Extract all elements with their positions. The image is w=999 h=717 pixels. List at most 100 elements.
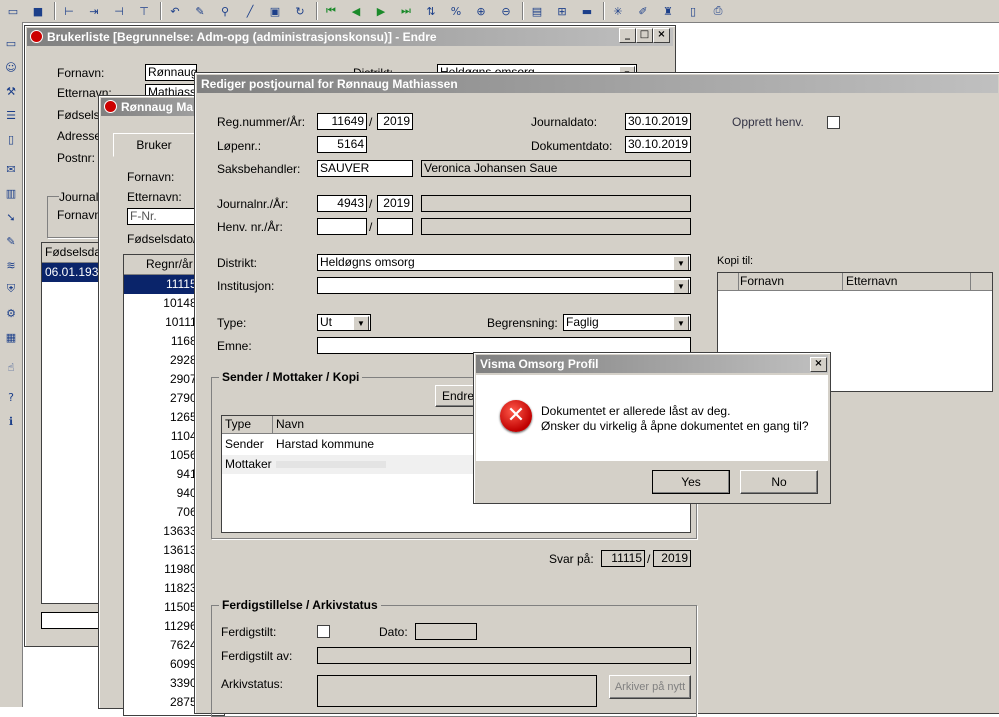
document-icon[interactable]: ▯ [684,2,702,20]
starburst-icon[interactable]: ✳ [609,2,627,20]
begrensning-label: Begrensning: [487,316,558,330]
rediger-title: Rediger postjournal for Rønnaug Mathiass… [197,75,998,93]
saksbehandler-kode-field[interactable]: SAUVER [317,160,413,177]
undo-icon[interactable]: ↶ [166,2,184,20]
reg-ar-field[interactable]: 2019 [377,113,413,130]
side-toolbar: ▭ ☺ ⚒ ☰ ▯ ✉ ▥ ➘ ✎ ≋ ⛨ ⚙ ▦ ☝? ℹ [0,22,23,707]
lopenr-field[interactable]: 5164 [317,136,367,153]
clipboard-icon[interactable]: ▯ [2,130,20,148]
layers-icon[interactable]: ≋ [2,256,20,274]
minimize-button[interactable]: _ [619,28,636,43]
hammer-icon[interactable]: ⚒ [2,82,20,100]
folder-icon[interactable]: ▭ [4,2,22,20]
henv-beskrivelse-field [421,218,691,235]
last-record-icon[interactable]: ⏭ [397,2,415,20]
svar-ar-field: 2019 [653,550,691,567]
yes-button[interactable]: Yes [652,470,730,494]
regnr-label: Reg.nummer/År: [217,115,306,129]
opprett-henv-checkbox[interactable] [827,116,840,129]
hand-icon[interactable]: ☝ [2,358,20,376]
tree-indent-icon[interactable]: ⇥ [85,2,103,20]
tree-expand-icon[interactable]: ⊢ [60,2,78,20]
saksbehandler-label: Saksbehandler: [217,162,301,176]
journaldato-field[interactable]: 30.10.2019 [625,113,691,130]
shield-icon[interactable]: ⛨ [2,280,20,298]
folder-open-icon[interactable]: ▭ [2,34,20,52]
close-button[interactable]: × [653,28,670,43]
info-book-icon[interactable]: ℹ [2,412,20,430]
ferdigstilt-av-field [317,647,691,664]
help-icon[interactable]: ? [2,388,20,406]
first-record-icon[interactable]: ⏮ [322,2,340,20]
percent-icon[interactable]: % [447,2,465,20]
form-icon[interactable]: ▣ [266,2,284,20]
emne-label: Emne: [217,339,252,353]
tree-collapse-icon[interactable]: ⊣ [110,2,128,20]
distrikt-select[interactable]: Heldøgns omsorg ▼ [317,254,691,271]
chevron-down-icon[interactable]: ▼ [673,316,689,330]
journalnr-field[interactable]: 4943 [317,195,367,212]
monitor-icon[interactable]: ▬ [578,2,596,20]
tree-node-icon[interactable]: ⊤ [135,2,153,20]
save-icon[interactable]: ■ [29,2,47,20]
zoom-in-icon[interactable]: ⊕ [472,2,490,20]
postnr-label: Postnr: [57,151,96,165]
mail-icon[interactable]: ✉ [2,160,20,178]
maximize-button[interactable]: □ [636,28,653,43]
keyboard-icon[interactable]: ▤ [528,2,546,20]
link-icon[interactable]: ⚲ [216,2,234,20]
henv-label: Henv. nr./År: [217,220,283,234]
users-icon[interactable]: ☺ [2,58,20,76]
fnr-field[interactable]: F-Nr. [127,208,197,225]
list-item[interactable]: 06.01.193 [42,263,102,282]
chevron-down-icon[interactable]: ▼ [673,279,689,293]
gear-icon[interactable]: ⚙ [2,304,20,322]
henv-nr-field[interactable] [317,218,367,235]
pen-icon[interactable]: ╱ [241,2,259,20]
institusjon-select[interactable]: ▼ [317,277,691,294]
henv-ar-field[interactable] [377,218,413,235]
dialog-message-line1: Dokumentet er allerede låst av deg. [541,404,731,418]
list-icon[interactable]: ☰ [2,106,20,124]
reg-nummer-field[interactable]: 11649 [317,113,367,130]
journalnr-label: Journalnr./År: [217,197,289,211]
fornavn-field[interactable]: Rønnaug [145,64,197,81]
dato-label: Dato: [379,625,408,639]
list-header: Fornavn Etternavn [718,273,992,291]
pencil-icon[interactable]: ✎ [2,232,20,250]
refresh-icon[interactable]: ↻ [291,2,309,20]
bottom-field[interactable] [41,612,101,629]
list-header[interactable]: Fødselsda [42,243,102,263]
zoom-out-icon[interactable]: ⊖ [497,2,515,20]
book-icon[interactable]: ▥ [2,184,20,202]
brukerliste-list[interactable]: Fødselsda 06.01.193 [41,242,103,604]
tab-bruker[interactable]: Bruker [113,133,195,157]
app-icon [104,100,117,113]
journal-ar-field[interactable]: 2019 [377,195,413,212]
main-toolbar: ▭ ■ ⊢ ⇥ ⊣ ⊤ ↶ ✎ ⚲ ╱ ▣ ↻ ⏮ ◀ ▶ ⏭ ⇅% ⊕ ⊖ ▤ ⊞ ▬ ✳ ✐ ♜ ▯ ⎙ [0,0,999,23]
fornavn-label: Fornavn: [127,170,175,184]
distrikt-label: Distrikt: [217,256,257,270]
no-button[interactable]: No [740,470,818,494]
ferdigstilt-checkbox[interactable] [317,625,330,638]
lopenr-label: Løpenr.: [217,139,262,153]
chevron-down-icon[interactable]: ▼ [353,316,369,330]
arrow-icon[interactable]: ➘ [2,208,20,226]
lock-icon[interactable]: ♜ [659,2,677,20]
pin-icon[interactable]: ✐ [634,2,652,20]
begrensning-select[interactable]: Faglig ▼ [563,314,691,331]
bookshelf-icon[interactable]: ▦ [2,328,20,346]
tools-icon[interactable]: ✎ [191,2,209,20]
sort-icon[interactable]: ⇅ [422,2,440,20]
type-select[interactable]: Ut ▼ [317,314,371,331]
next-record-icon[interactable]: ▶ [372,2,390,20]
slash: / [647,552,651,566]
print-icon[interactable]: ⎙ [709,2,727,20]
stamp-icon[interactable]: ⊞ [553,2,571,20]
arkiver-pa-nytt-button[interactable]: Arkiver på nytt [609,675,691,699]
institusjon-label: Institusjon: [217,279,275,293]
dialog-close-button[interactable]: × [810,357,827,372]
previous-record-icon[interactable]: ◀ [347,2,365,20]
dokumentdato-field[interactable]: 30.10.2019 [625,136,691,153]
chevron-down-icon[interactable]: ▼ [673,256,689,270]
